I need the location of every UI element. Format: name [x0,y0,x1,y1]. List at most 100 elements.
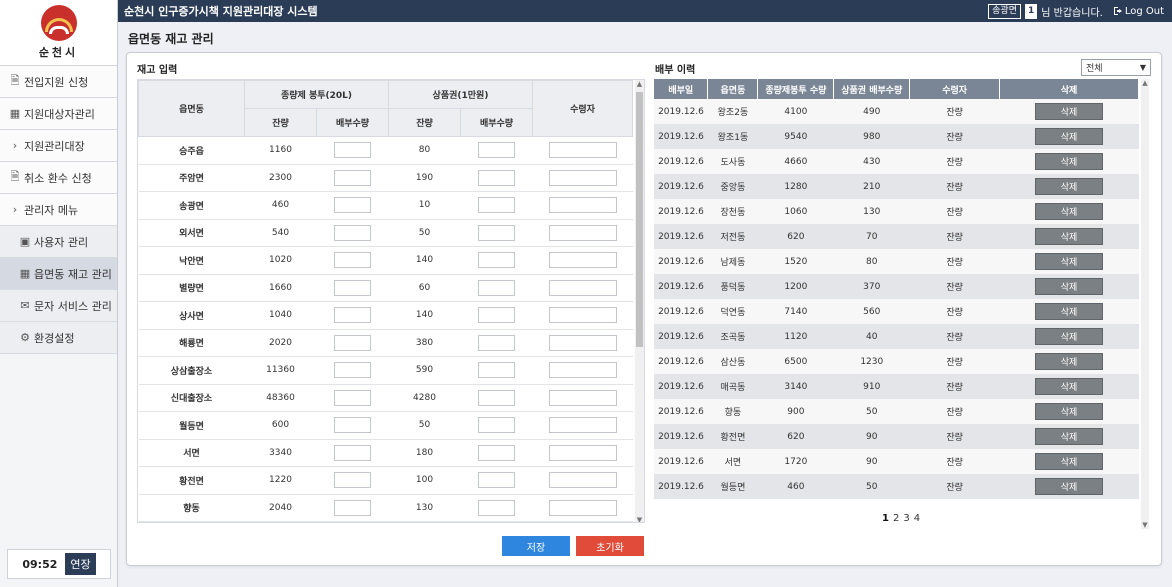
bags-distribute-input[interactable] [334,197,371,214]
town-name: 월등면 [138,411,245,440]
bags-distribute-input[interactable] [334,389,371,406]
bags-distribute-input[interactable] [334,252,371,269]
page-link[interactable]: 2 [893,513,899,524]
delete-cell: 삭제 [999,449,1139,474]
receiver-input[interactable] [548,279,617,296]
vouchers-distribute-input[interactable] [478,389,515,406]
bags-distribute-input[interactable] [334,472,371,489]
history-row: 2019.12.6 조곡동 1120 40 잔량 삭제 [654,324,1139,349]
stock-scrollbar[interactable]: ▲ ▼ [635,80,644,522]
receiver-input[interactable] [548,307,617,324]
sidebar-item-2[interactable]: › 지원관리대장 [0,130,117,162]
receiver-input[interactable] [548,142,617,159]
bags-distribute-input[interactable] [334,142,371,159]
sidebar-item-1[interactable]: ▦ 지원대상자관리 [0,98,117,130]
vouchers-distribute-input[interactable] [478,169,515,186]
history-date: 2019.12.6 [654,199,708,224]
delete-cell: 삭제 [999,249,1139,274]
delete-button[interactable]: 삭제 [1035,178,1104,195]
delete-button[interactable]: 삭제 [1035,278,1104,295]
receiver-input[interactable] [548,389,617,406]
delete-cell: 삭제 [999,224,1139,249]
receiver-input[interactable] [548,252,617,269]
delete-button[interactable]: 삭제 [1035,378,1104,395]
vouchers-distribute-input[interactable] [478,499,515,516]
sidebar-item-5[interactable]: ▣ 사용자 관리 [0,226,117,258]
delete-button[interactable]: 삭제 [1035,128,1104,145]
receiver-input[interactable] [548,499,617,516]
col-town: 읍면동 [138,80,245,137]
history-receiver: 잔량 [909,374,1000,399]
vouchers-distribute-input[interactable] [478,362,515,379]
sidebar-item-3[interactable]: 🗎 취소 환수 신청 [0,162,117,194]
vouchers-distribute-input[interactable] [478,417,515,434]
logout-label: Log Out [1124,5,1164,17]
bags-distribute-input[interactable] [334,417,371,434]
receiver-input[interactable] [548,224,617,241]
delete-button[interactable]: 삭제 [1035,428,1104,445]
receiver-input[interactable] [548,169,617,186]
vouchers-distribute-input[interactable] [478,279,515,296]
bags-distribute-input[interactable] [334,362,371,379]
bags-distribute-input[interactable] [334,224,371,241]
vouchers-distribute-input[interactable] [478,472,515,489]
history-receiver: 잔량 [909,399,1000,424]
sidebar-item-0[interactable]: 🗎 전입지원 신청 [0,66,117,98]
receiver-input[interactable] [548,334,617,351]
history-town: 서면 [707,449,758,474]
history-bags: 620 [757,224,834,249]
history-bags: 1200 [757,274,834,299]
page-link[interactable]: 1 [882,513,889,524]
history-scrollbar[interactable]: ▲ ▼ [1141,79,1149,529]
logo[interactable]: 순천시 [0,0,117,66]
town-filter-select[interactable]: 전체 ▼ [1081,59,1151,76]
sidebar-item-8[interactable]: ⚙ 환경설정 [0,322,117,354]
history-town: 월등면 [707,474,758,499]
vouchers-distribute-input[interactable] [478,142,515,159]
vouchers-distribute-cell [460,301,533,330]
vouchers-distribute-input[interactable] [478,307,515,324]
vouchers-distribute-input[interactable] [478,444,515,461]
town-name: 서면 [138,439,245,467]
history-row: 2019.12.6 풍덕동 1200 370 잔량 삭제 [654,274,1139,299]
delete-button[interactable]: 삭제 [1035,303,1104,320]
delete-button[interactable]: 삭제 [1035,228,1104,245]
save-button[interactable]: 저장 [502,536,570,556]
logout-button[interactable]: Log Out [1113,6,1164,17]
vouchers-distribute-input[interactable] [478,224,515,241]
reset-button[interactable]: 초기화 [576,536,644,556]
page-link[interactable]: 3 [903,513,909,524]
delete-button[interactable]: 삭제 [1035,103,1104,120]
sidebar-item-4[interactable]: › 관리자 메뉴 [0,194,117,226]
delete-button[interactable]: 삭제 [1035,253,1104,270]
bags-distribute-input[interactable] [334,444,371,461]
delete-button[interactable]: 삭제 [1035,453,1104,470]
history-town: 남제동 [707,249,758,274]
vouchers-distribute-input[interactable] [478,334,515,351]
vouchers-distribute-input[interactable] [478,252,515,269]
delete-button[interactable]: 삭제 [1035,403,1104,420]
receiver-input[interactable] [548,362,617,379]
bags-distribute-input[interactable] [334,169,371,186]
bags-distribute-input[interactable] [334,307,371,324]
delete-button[interactable]: 삭제 [1035,328,1104,345]
bags-distribute-input[interactable] [334,334,371,351]
delete-cell: 삭제 [999,174,1139,199]
extend-session-button[interactable]: 연장 [65,553,96,575]
receiver-input[interactable] [548,417,617,434]
bags-distribute-input[interactable] [334,499,371,516]
system-title: 순천시 인구증가시책 지원관리대장 시스템 [124,5,318,18]
receiver-input[interactable] [548,472,617,489]
delete-button[interactable]: 삭제 [1035,203,1104,220]
receiver-input[interactable] [548,197,617,214]
delete-button[interactable]: 삭제 [1035,353,1104,370]
delete-button[interactable]: 삭제 [1035,478,1104,495]
sidebar-item-7[interactable]: ✉ 문자 서비스 관리 [0,290,117,322]
vouchers-distribute-input[interactable] [478,197,515,214]
sidebar-item-6[interactable]: ▦ 읍면동 재고 관리 [0,258,117,290]
delete-button[interactable]: 삭제 [1035,153,1104,170]
page-link[interactable]: 4 [914,513,920,524]
history-receiver: 잔량 [909,224,1000,249]
bags-distribute-input[interactable] [334,279,371,296]
receiver-input[interactable] [548,444,617,461]
